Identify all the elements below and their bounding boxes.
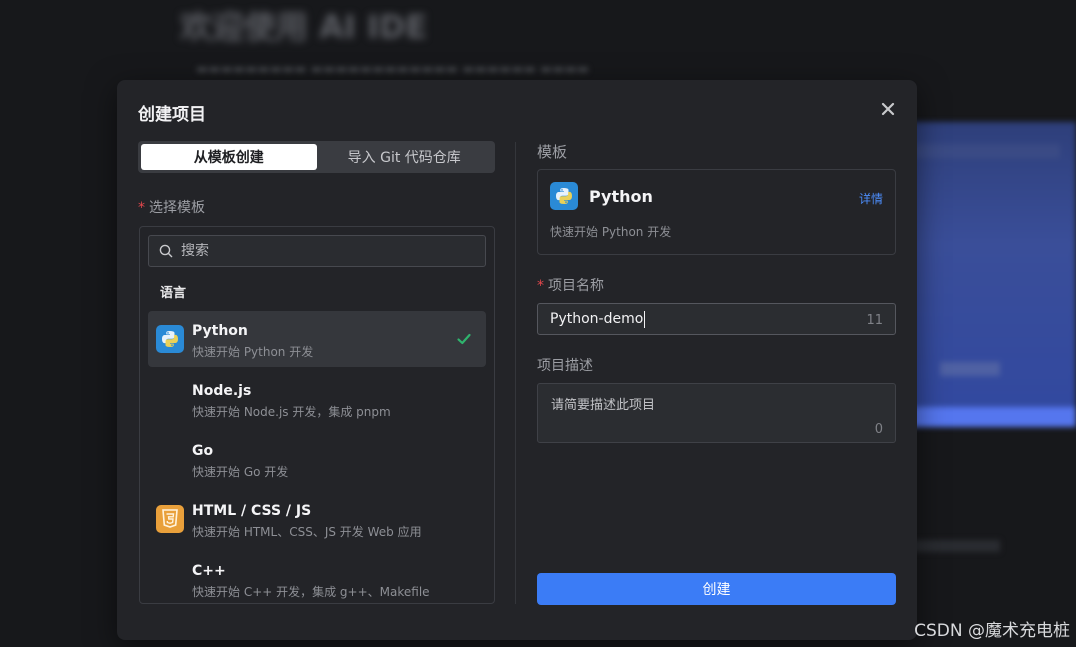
template-desc: 快速开始 Python 开发 [192,345,314,359]
template-name: Go [192,443,214,459]
search-icon [159,244,173,258]
selected-template-desc: 快速开始 Python 开发 [550,225,672,239]
background-subtitle: ▬▬▬▬▬▬▬▬▬ ▬▬▬▬▬▬▬▬▬▬▬▬ ▬▬▬▬▬▬ ▬▬▬▬ [196,62,590,77]
required-mark: * [537,278,544,294]
create-mode-tabs: 从模板创建 导入 Git 代码仓库 [138,141,495,173]
background-panel [900,122,1076,427]
template-name: HTML / CSS / JS [192,503,312,519]
template-desc: 快速开始 Node.js 开发，集成 pnpm [192,405,391,419]
search-input[interactable] [181,243,461,259]
template-item-go[interactable]: Go 快速开始 Go 开发 [148,431,486,487]
group-label-language: 语言 [160,286,187,301]
required-mark: * [138,200,145,216]
create-project-dialog: 创建项目 从模板创建 导入 Git 代码仓库 *选择模板 语言 Python 快… [117,80,917,640]
dialog-title: 创建项目 [138,105,206,125]
project-desc-label: 项目描述 [537,358,593,374]
template-desc: 快速开始 C++ 开发，集成 g++、Makefile [192,585,430,599]
column-divider [515,142,516,604]
project-desc-textarea[interactable]: 请简要描述此项目 0 [537,383,896,443]
python-icon [156,325,184,353]
template-item-html-css-js[interactable]: HTML / CSS / JS 快速开始 HTML、CSS、JS 开发 Web … [148,491,486,547]
template-item-nodejs[interactable]: Node.js 快速开始 Node.js 开发，集成 pnpm [148,371,486,427]
project-name-label: * 项目名称 [537,278,604,294]
select-template-label: * 选择模板 [138,200,205,216]
template-desc: 快速开始 Go 开发 [192,465,289,479]
python-icon [550,182,578,210]
create-button[interactable]: 创建 [537,573,896,605]
template-name: C++ [192,563,226,579]
template-item-python[interactable]: Python 快速开始 Python 开发 [148,311,486,367]
template-name: Node.js [192,383,252,399]
close-icon[interactable] [879,102,897,120]
tab-from-template[interactable]: 从模板创建 [141,144,317,170]
watermark: CSDN @魔术充电桩 [914,621,1070,641]
project-desc-char-count: 0 [874,422,883,437]
template-detail-link[interactable]: 详情 [859,190,883,207]
template-panel-label: 模板 [537,143,568,161]
background-title: 欢迎使用 AI IDE [180,8,428,46]
template-list: 语言 Python 快速开始 Python 开发 Node.js 快速开始 No… [139,226,495,604]
project-name-char-count: 11 [866,313,883,328]
template-name: Python [192,323,248,339]
project-name-input[interactable]: Python-demo 11 [537,303,896,335]
selected-template-name: Python [589,187,653,206]
template-desc: 快速开始 HTML、CSS、JS 开发 Web 应用 [192,525,422,539]
html5-icon [156,505,184,533]
tab-import-git[interactable]: 导入 Git 代码仓库 [317,144,493,170]
template-item-cpp[interactable]: C++ 快速开始 C++ 开发，集成 g++、Makefile [148,551,486,603]
project-desc-placeholder: 请简要描述此项目 [551,398,656,413]
template-search [148,235,486,267]
check-icon [457,333,471,345]
project-name-value: Python-demo [550,311,646,328]
selected-template-card: Python 详情 快速开始 Python 开发 [537,169,896,255]
